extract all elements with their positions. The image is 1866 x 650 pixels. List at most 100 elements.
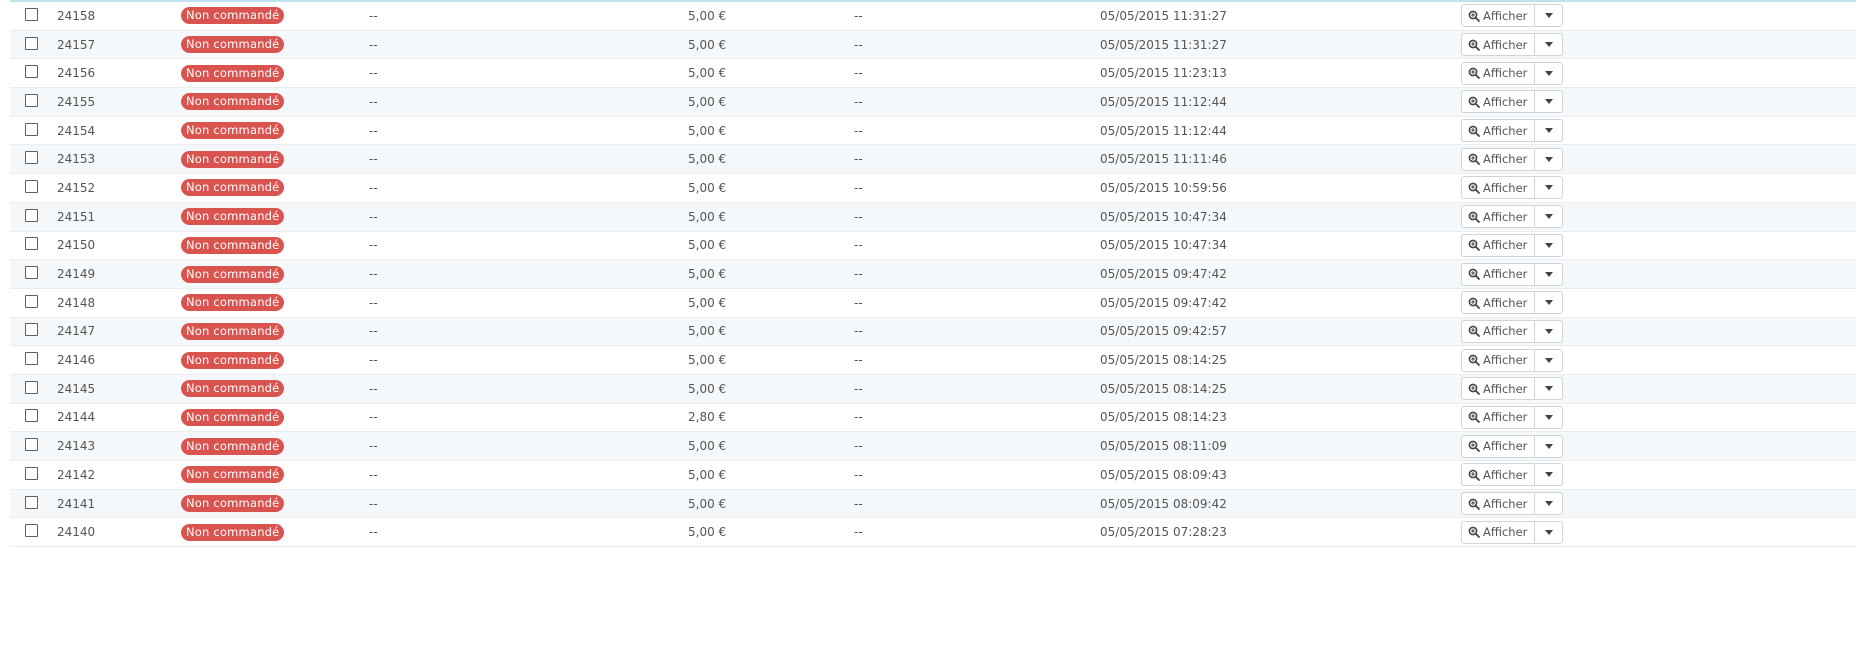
status-cell: Non commandé: [181, 461, 285, 489]
view-button[interactable]: Afficher: [1461, 33, 1536, 57]
action-button-group: Afficher: [1461, 176, 1564, 200]
row-actions-dropdown[interactable]: [1535, 492, 1564, 516]
row-actions-dropdown[interactable]: [1535, 291, 1564, 315]
action-button-group: Afficher: [1461, 262, 1564, 286]
customer-cell: --: [369, 180, 378, 195]
total-cell: 5,00 €: [688, 381, 727, 396]
action-button-group: Afficher: [1461, 434, 1564, 458]
row-actions-dropdown[interactable]: [1535, 405, 1564, 429]
status-badge: Non commandé: [181, 150, 285, 168]
row-checkbox[interactable]: [25, 409, 38, 423]
caret-down-icon: [1544, 99, 1553, 105]
action-button-group: Afficher: [1461, 61, 1564, 85]
total-cell: 5,00 €: [688, 525, 727, 540]
order-id: 24157: [57, 37, 96, 52]
row-actions-dropdown[interactable]: [1535, 176, 1564, 200]
view-button[interactable]: Afficher: [1461, 205, 1536, 229]
view-button[interactable]: Afficher: [1461, 4, 1536, 28]
row-actions-dropdown[interactable]: [1535, 33, 1564, 57]
row-checkbox[interactable]: [25, 524, 38, 538]
total-cell: 5,00 €: [688, 8, 727, 23]
row-actions-dropdown[interactable]: [1535, 377, 1564, 401]
row-checkbox[interactable]: [25, 266, 38, 280]
table-row: 24141 Non commandé -- 5,00 € -- 05/05/20…: [10, 489, 1856, 519]
view-button[interactable]: Afficher: [1461, 463, 1536, 487]
row-actions-dropdown[interactable]: [1535, 463, 1564, 487]
payment-cell: --: [854, 381, 863, 396]
total-cell: 5,00 €: [688, 467, 727, 482]
row-checkbox-cell: [25, 289, 38, 317]
view-button[interactable]: Afficher: [1461, 405, 1536, 429]
payment-cell: --: [854, 238, 863, 253]
row-actions-dropdown[interactable]: [1535, 119, 1564, 143]
payment-cell: --: [854, 353, 863, 368]
view-button[interactable]: Afficher: [1461, 319, 1536, 343]
status-cell: Non commandé: [181, 31, 285, 59]
row-actions-dropdown[interactable]: [1535, 262, 1564, 286]
customer-cell: --: [369, 238, 378, 253]
actions-cell: Afficher: [1461, 2, 1564, 30]
row-checkbox[interactable]: [25, 323, 38, 337]
row-actions-dropdown[interactable]: [1535, 4, 1564, 28]
date-cell: 05/05/2015 08:14:23: [1100, 410, 1227, 425]
row-checkbox[interactable]: [25, 36, 38, 50]
view-button[interactable]: Afficher: [1461, 434, 1536, 458]
row-actions-dropdown[interactable]: [1535, 147, 1564, 171]
row-checkbox[interactable]: [25, 65, 38, 79]
row-checkbox[interactable]: [25, 380, 38, 394]
payment-cell: --: [854, 525, 863, 540]
view-button[interactable]: Afficher: [1461, 520, 1536, 544]
row-checkbox[interactable]: [25, 208, 38, 222]
zoom-in-icon: [1468, 39, 1480, 51]
view-button[interactable]: Afficher: [1461, 176, 1536, 200]
row-checkbox[interactable]: [25, 237, 38, 251]
row-actions-dropdown[interactable]: [1535, 520, 1564, 544]
row-checkbox-cell: [25, 232, 38, 260]
row-checkbox[interactable]: [25, 151, 38, 165]
zoom-in-icon: [1468, 498, 1480, 510]
row-actions-dropdown[interactable]: [1535, 348, 1564, 372]
row-checkbox[interactable]: [25, 466, 38, 480]
row-checkbox[interactable]: [25, 93, 38, 107]
view-button[interactable]: Afficher: [1461, 119, 1536, 143]
row-actions-dropdown[interactable]: [1535, 205, 1564, 229]
row-checkbox[interactable]: [25, 122, 38, 136]
view-button[interactable]: Afficher: [1461, 348, 1536, 372]
view-button[interactable]: Afficher: [1461, 377, 1536, 401]
row-actions-dropdown[interactable]: [1535, 90, 1564, 114]
row-checkbox[interactable]: [25, 352, 38, 366]
row-checkbox[interactable]: [25, 179, 38, 193]
view-button-label: Afficher: [1483, 8, 1528, 23]
view-button[interactable]: Afficher: [1461, 492, 1536, 516]
view-button[interactable]: Afficher: [1461, 233, 1536, 257]
actions-cell: Afficher: [1461, 145, 1564, 173]
row-checkbox-cell: [25, 318, 38, 346]
zoom-in-icon: [1468, 239, 1480, 252]
row-actions-dropdown[interactable]: [1535, 61, 1564, 85]
view-button[interactable]: Afficher: [1461, 291, 1536, 315]
table-row: 24158 Non commandé -- 5,00 € -- 05/05/20…: [10, 2, 1856, 31]
row-checkbox[interactable]: [25, 438, 38, 452]
customer-cell: --: [369, 8, 378, 23]
row-checkbox[interactable]: [25, 294, 38, 308]
table-row: 24145 Non commandé -- 5,00 € -- 05/05/20…: [10, 374, 1856, 404]
status-cell: Non commandé: [181, 375, 285, 403]
row-actions-dropdown[interactable]: [1535, 233, 1564, 257]
payment-cell: --: [854, 324, 863, 339]
action-button-group: Afficher: [1461, 205, 1564, 229]
zoom-in-icon: [1468, 440, 1480, 453]
order-id: 24144: [57, 410, 96, 425]
row-checkbox[interactable]: [25, 7, 38, 21]
view-button[interactable]: Afficher: [1461, 147, 1536, 171]
status-cell: Non commandé: [181, 174, 285, 202]
row-actions-dropdown[interactable]: [1535, 319, 1564, 343]
action-button-group: Afficher: [1461, 377, 1564, 401]
row-checkbox-cell: [25, 88, 38, 116]
status-cell: Non commandé: [181, 404, 285, 432]
view-button[interactable]: Afficher: [1461, 262, 1536, 286]
caret-down-icon: [1544, 501, 1553, 507]
view-button[interactable]: Afficher: [1461, 61, 1536, 85]
view-button[interactable]: Afficher: [1461, 90, 1536, 114]
row-checkbox[interactable]: [25, 495, 38, 509]
row-actions-dropdown[interactable]: [1535, 434, 1564, 458]
